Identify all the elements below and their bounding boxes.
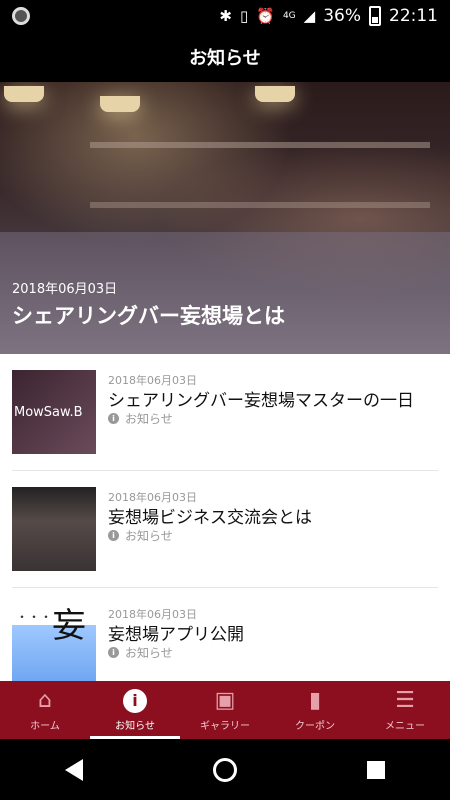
- thumbnail-text: 妄: [52, 606, 86, 646]
- lamp-decoration: [100, 96, 140, 112]
- bottom-tab-bar: ⌂ ホーム i お知らせ ▣ ギャラリー ▮ クーポン ☰ メニュー: [0, 681, 450, 739]
- image-icon: ▣: [214, 687, 236, 713]
- thumbnail: [12, 487, 96, 571]
- network-label: 4G: [282, 11, 296, 21]
- tab-menu[interactable]: ☰ メニュー: [360, 681, 450, 739]
- tab-label: ホーム: [30, 720, 60, 732]
- tab-label: メニュー: [385, 720, 425, 732]
- battery-icon: [369, 6, 381, 26]
- list-item[interactable]: MowSaw.B 2018年06月03日 シェアリングバー妄想場マスターの一日 …: [12, 354, 438, 471]
- record-icon: [12, 7, 30, 25]
- dots-decoration: ・・・: [16, 610, 53, 624]
- category-label: お知らせ: [125, 412, 173, 426]
- news-list: MowSaw.B 2018年06月03日 シェアリングバー妄想場マスターの一日 …: [0, 354, 450, 705]
- tab-label: ギャラリー: [200, 720, 250, 732]
- alarm-icon: ⏰: [256, 7, 275, 25]
- status-bar: ✱ ▯ ⏰ 4G ◢ 36% 22:11: [0, 0, 450, 32]
- clock: 22:11: [389, 6, 438, 26]
- bookmark-icon: ▮: [308, 687, 322, 713]
- thumbnail-text: MowSaw.B: [14, 404, 83, 420]
- tab-news[interactable]: i お知らせ: [90, 681, 180, 739]
- hero-date: 2018年06月03日: [12, 282, 118, 297]
- info-icon: i: [108, 647, 119, 658]
- hero-title: シェアリングバー妄想場とは: [12, 304, 285, 328]
- tab-coupon[interactable]: ▮ クーポン: [270, 681, 360, 739]
- battery-percent: 36%: [323, 6, 361, 26]
- thumbnail: MowSaw.B: [12, 370, 96, 454]
- thumbnail: ・・・ 妄: [12, 604, 96, 688]
- back-icon[interactable]: [65, 758, 83, 781]
- home-icon: ⌂: [38, 687, 52, 713]
- item-title: シェアリングバー妄想場マスターの一日: [108, 391, 414, 411]
- info-icon: i: [123, 688, 147, 713]
- bluetooth-icon: ✱: [219, 7, 232, 25]
- tab-gallery[interactable]: ▣ ギャラリー: [180, 681, 270, 739]
- lamp-decoration: [4, 86, 44, 102]
- recent-apps-icon[interactable]: [367, 760, 385, 779]
- category-label: お知らせ: [125, 529, 173, 543]
- home-button-icon[interactable]: [213, 757, 237, 782]
- tab-label: お知らせ: [115, 720, 155, 732]
- info-icon: i: [108, 413, 119, 424]
- list-icon: ☰: [395, 687, 415, 713]
- page-title-text: お知らせ: [189, 48, 261, 69]
- shelf-decoration: [90, 142, 430, 148]
- tab-home[interactable]: ⌂ ホーム: [0, 681, 90, 739]
- system-nav-bar: [0, 739, 450, 800]
- item-title: 妄想場ビジネス交流会とは: [108, 508, 312, 528]
- lamp-decoration: [255, 86, 295, 102]
- hero-banner[interactable]: 2018年06月03日 シェアリングバー妄想場とは: [0, 82, 450, 354]
- item-category: i お知らせ: [108, 410, 173, 427]
- info-icon: i: [108, 530, 119, 541]
- list-item[interactable]: 2018年06月03日 妄想場ビジネス交流会とは i お知らせ: [12, 471, 438, 588]
- item-category: i お知らせ: [108, 527, 173, 544]
- page-title: お知らせ: [0, 32, 450, 82]
- category-label: お知らせ: [125, 646, 173, 660]
- shelf-decoration: [90, 202, 430, 208]
- signal-icon: ◢: [303, 7, 316, 25]
- item-title: 妄想場アプリ公開: [108, 625, 244, 645]
- item-category: i お知らせ: [108, 644, 173, 661]
- tab-label: クーポン: [295, 720, 335, 732]
- vibrate-icon: ▯: [240, 7, 249, 25]
